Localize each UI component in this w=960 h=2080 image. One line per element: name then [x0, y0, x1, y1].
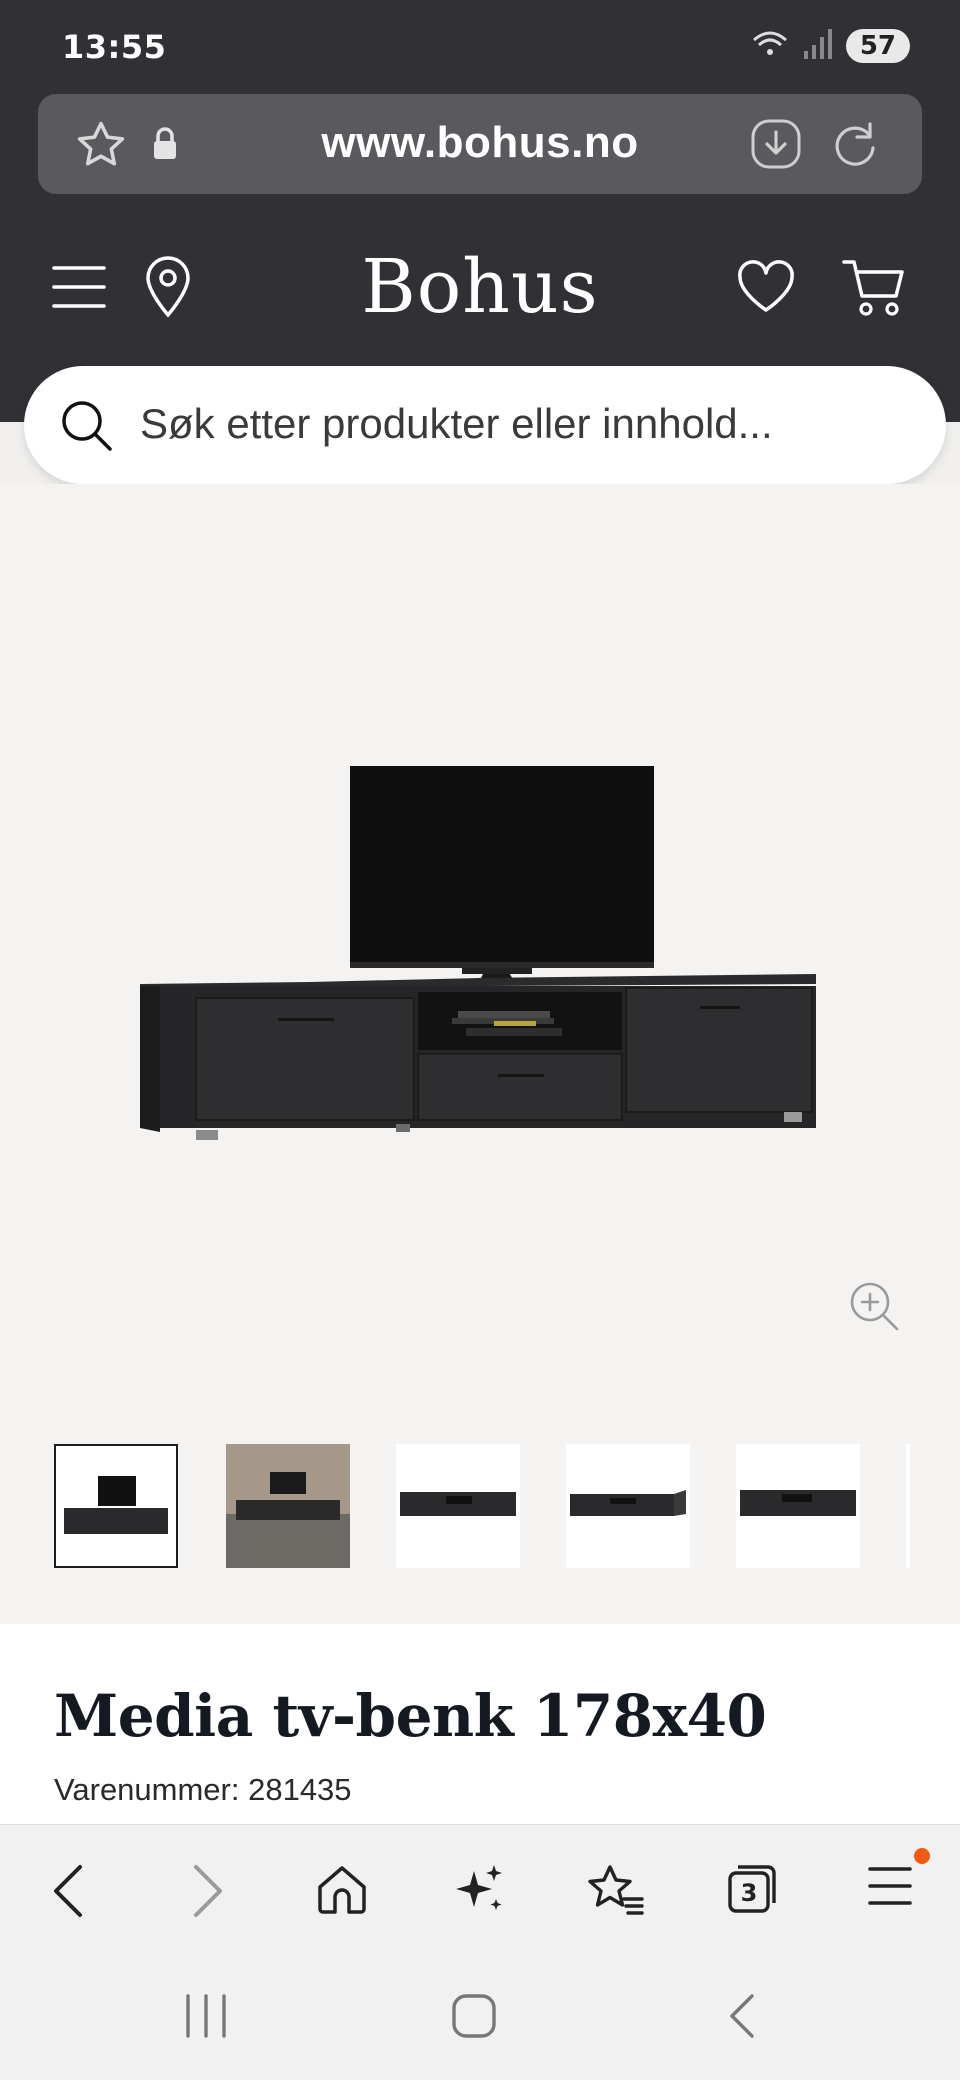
home-icon[interactable] [316, 1863, 368, 1919]
heart-icon[interactable] [736, 260, 796, 318]
zoom-in-icon[interactable] [848, 1280, 900, 1336]
cart-icon[interactable] [842, 258, 906, 322]
download-icon[interactable] [750, 118, 802, 174]
browser-toolbar: 3 [0, 1824, 960, 1952]
system-back-icon[interactable] [724, 1992, 760, 2044]
svg-text:3: 3 [741, 1879, 758, 1907]
thumbnail-3[interactable] [396, 1444, 520, 1568]
home-button-icon[interactable] [450, 1992, 498, 2044]
recent-apps-icon[interactable] [184, 1992, 228, 2044]
thumbnail-5[interactable] [736, 1444, 860, 1568]
bookmarks-icon[interactable] [588, 1863, 644, 1921]
search-bar[interactable] [24, 366, 946, 484]
product-title: Media tv-benk 178x40 [54, 1682, 767, 1750]
status-time: 13:55 [62, 28, 167, 66]
notification-dot [914, 1848, 930, 1864]
thumbnail-2[interactable] [226, 1444, 350, 1568]
thumbnail-4[interactable] [566, 1444, 690, 1568]
tabs-icon[interactable]: 3 [726, 1863, 778, 1919]
status-icons: 57 [750, 28, 910, 64]
thumbnail-strip[interactable] [54, 1444, 960, 1570]
search-input[interactable] [140, 394, 920, 454]
brand-logo[interactable]: Bohus [0, 244, 960, 330]
site-header: Bohus [0, 234, 960, 344]
address-bar[interactable]: www.bohus.no [38, 94, 922, 194]
forward-icon[interactable] [190, 1863, 226, 1923]
page: 13:55 57 www.bohus.no Bohus Søk etter pr… [0, 0, 960, 2080]
battery-indicator: 57 [845, 29, 910, 63]
wifi-icon [750, 28, 790, 64]
back-icon[interactable] [50, 1863, 86, 1923]
browser-menu-icon[interactable] [866, 1863, 914, 1913]
status-bar: 13:55 57 [0, 0, 960, 96]
signal-icon [803, 29, 832, 63]
thumbnail-1[interactable] [54, 1444, 178, 1568]
search-icon[interactable] [58, 397, 114, 457]
sparkle-icon[interactable] [454, 1863, 506, 1919]
product-info: Media tv-benk 178x40 Varenummer: 281435 [0, 1624, 960, 1824]
reload-icon[interactable] [830, 118, 882, 174]
product-sku: Varenummer: 281435 [54, 1772, 352, 1807]
thumbnail-partial[interactable] [906, 1444, 910, 1568]
system-navigation [0, 1952, 960, 2080]
